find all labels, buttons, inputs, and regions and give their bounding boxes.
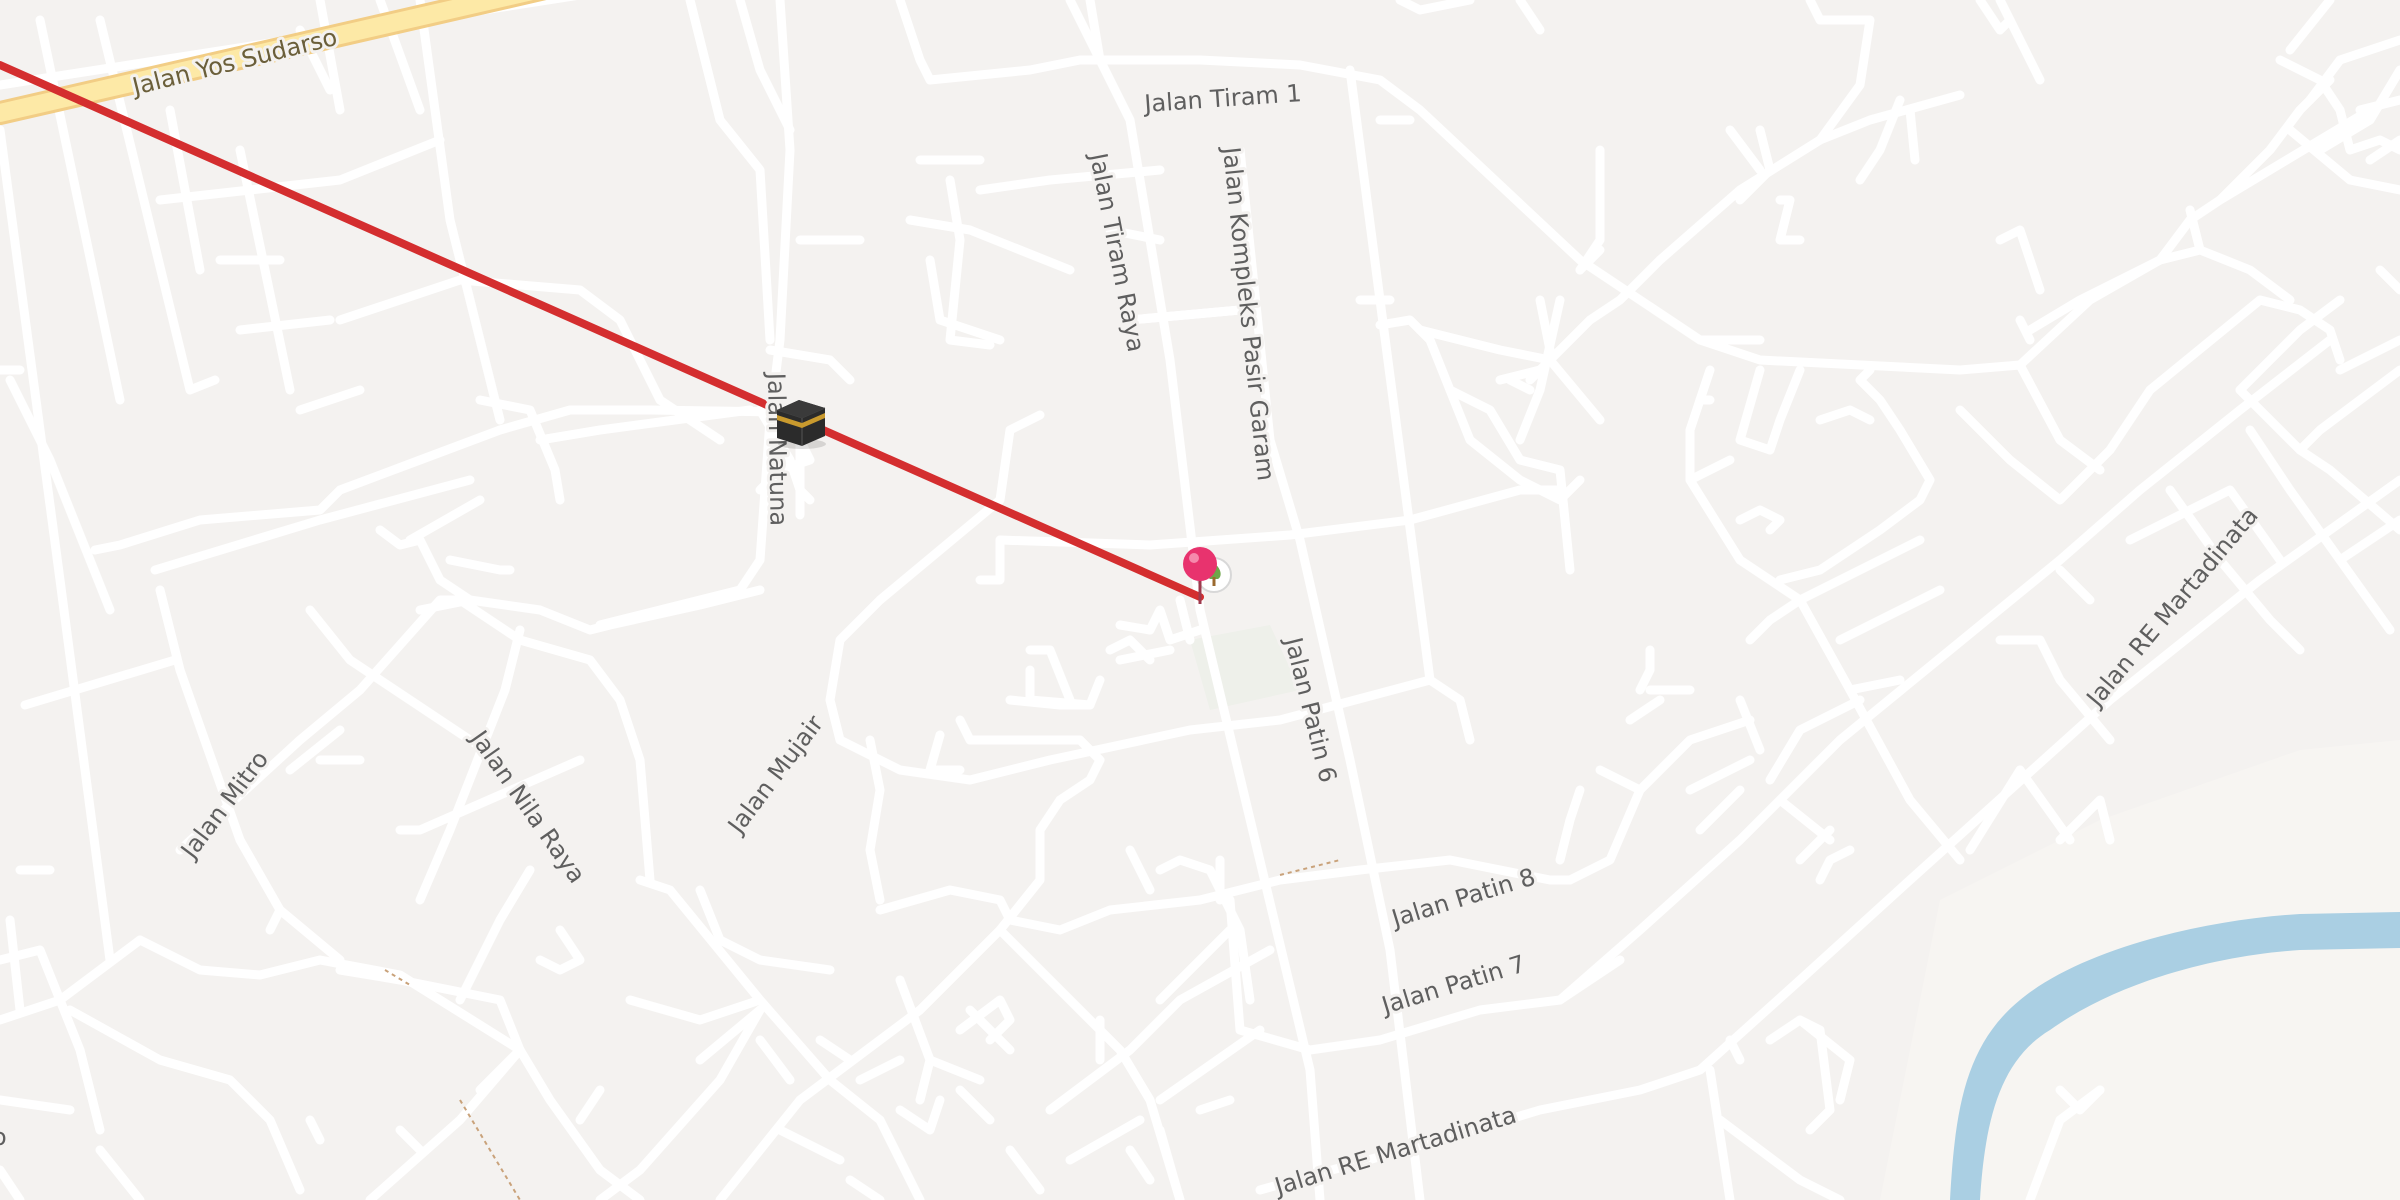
label-jalan-re-martadinata-2: Jalan RE Martadinata: [2080, 502, 2264, 714]
label-jalan-re-martadinata-1: Jalan RE Martadinata: [1270, 1101, 1520, 1200]
label-jalan-natuna: Jalan Natuna: [762, 371, 793, 527]
map-canvas[interactable]: Jalan Yos Sudarso Jalan Tiram 1 Jalan Ti…: [0, 0, 2400, 1200]
label-jalan-patin-8: Jalan Patin 8: [1387, 863, 1539, 934]
kaaba-icon[interactable]: [776, 400, 826, 449]
footpath-2: [459, 1099, 521, 1200]
label-partial-left: o: [0, 1123, 7, 1151]
label-jalan-mujair: Jalan Mujair: [721, 710, 829, 840]
label-jalan-mitro: Jalan Mitro: [174, 745, 274, 865]
label-jalan-tiram-1: Jalan Tiram 1: [1141, 79, 1302, 118]
map-view[interactable]: Jalan Yos Sudarso Jalan Tiram 1 Jalan Ti…: [0, 0, 2400, 1200]
